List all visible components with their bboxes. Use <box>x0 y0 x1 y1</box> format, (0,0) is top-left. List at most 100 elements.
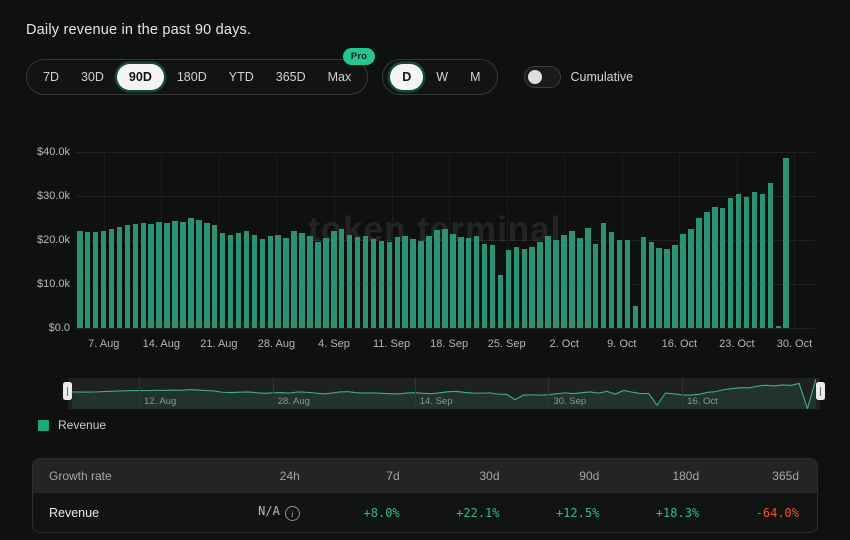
revenue-bar[interactable] <box>736 194 742 328</box>
revenue-bar[interactable] <box>664 249 670 328</box>
revenue-bar[interactable] <box>141 223 147 328</box>
revenue-bar[interactable] <box>133 224 139 328</box>
revenue-bar[interactable] <box>125 225 131 328</box>
revenue-bar[interactable] <box>339 229 345 328</box>
revenue-bar[interactable] <box>529 247 535 328</box>
revenue-bar[interactable] <box>236 233 242 328</box>
revenue-bar[interactable] <box>522 249 528 328</box>
revenue-bar[interactable] <box>156 222 162 328</box>
revenue-bar[interactable] <box>720 208 726 328</box>
range-tab-30d[interactable]: 30D <box>70 60 115 94</box>
revenue-bar[interactable] <box>672 245 678 328</box>
revenue-bar[interactable] <box>101 231 107 328</box>
revenue-bar[interactable] <box>696 218 702 328</box>
revenue-bar[interactable] <box>434 230 440 328</box>
range-tab-ytd[interactable]: YTD <box>218 60 265 94</box>
revenue-bar[interactable] <box>109 229 115 328</box>
revenue-bar[interactable] <box>260 239 266 328</box>
revenue-bar[interactable] <box>315 242 321 328</box>
navigator-right-handle[interactable] <box>816 382 825 400</box>
revenue-bar[interactable] <box>212 225 218 328</box>
info-icon[interactable]: i <box>285 506 300 521</box>
range-navigator[interactable]: 12. Aug28. Aug14. Sep30. Sep16. Oct <box>68 378 820 409</box>
revenue-bar[interactable] <box>323 238 329 328</box>
revenue-bar[interactable] <box>760 194 766 328</box>
revenue-bar[interactable] <box>363 236 369 328</box>
granularity-tab-d[interactable]: D <box>390 64 423 90</box>
revenue-bar[interactable] <box>649 242 655 328</box>
revenue-bar[interactable] <box>331 231 337 328</box>
revenue-bar[interactable] <box>474 236 480 328</box>
revenue-bar[interactable] <box>379 241 385 328</box>
revenue-bar-chart[interactable]: token terminal_ <box>75 152 815 328</box>
revenue-bar[interactable] <box>164 223 170 328</box>
revenue-bar[interactable] <box>641 237 647 328</box>
revenue-bar[interactable] <box>347 235 353 328</box>
range-tab-365d[interactable]: 365D <box>265 60 317 94</box>
revenue-bar[interactable] <box>561 235 567 328</box>
revenue-bar[interactable] <box>188 218 194 328</box>
revenue-bar[interactable] <box>609 232 615 328</box>
revenue-bar[interactable] <box>704 212 710 328</box>
revenue-bar[interactable] <box>593 244 599 328</box>
revenue-bar[interactable] <box>490 245 496 328</box>
revenue-bar[interactable] <box>625 240 631 328</box>
revenue-bar[interactable] <box>569 231 575 328</box>
revenue-bar[interactable] <box>402 236 408 328</box>
revenue-bar[interactable] <box>498 275 504 328</box>
revenue-bar[interactable] <box>355 237 361 328</box>
revenue-bar[interactable] <box>458 237 464 328</box>
revenue-bar[interactable] <box>514 247 520 328</box>
revenue-bar[interactable] <box>744 197 750 328</box>
revenue-bar[interactable] <box>196 220 202 328</box>
revenue-bar[interactable] <box>752 192 758 328</box>
revenue-bar[interactable] <box>656 248 662 328</box>
revenue-bar[interactable] <box>244 231 250 328</box>
revenue-bar[interactable] <box>220 233 226 328</box>
revenue-bar[interactable] <box>387 242 393 328</box>
revenue-bar[interactable] <box>442 229 448 328</box>
revenue-bar[interactable] <box>426 236 432 328</box>
revenue-bar[interactable] <box>776 326 782 328</box>
revenue-bar[interactable] <box>85 232 91 328</box>
revenue-bar[interactable] <box>728 198 734 328</box>
revenue-bar[interactable] <box>299 233 305 328</box>
revenue-bar[interactable] <box>418 241 424 328</box>
revenue-bar[interactable] <box>768 183 774 328</box>
revenue-bar[interactable] <box>450 234 456 328</box>
revenue-bar[interactable] <box>553 240 559 328</box>
revenue-bar[interactable] <box>601 223 607 328</box>
granularity-tab-w[interactable]: W <box>425 60 459 94</box>
revenue-bar[interactable] <box>291 231 297 328</box>
revenue-bar[interactable] <box>77 231 83 328</box>
revenue-bar[interactable] <box>180 222 186 328</box>
revenue-bar[interactable] <box>228 235 234 328</box>
range-tab-90d[interactable]: 90D <box>117 64 164 90</box>
revenue-bar[interactable] <box>688 229 694 328</box>
revenue-bar[interactable] <box>537 242 543 328</box>
revenue-bar[interactable] <box>204 223 210 328</box>
granularity-tab-m[interactable]: M <box>459 60 491 94</box>
revenue-bar[interactable] <box>545 236 551 328</box>
revenue-bar[interactable] <box>268 236 274 328</box>
revenue-bar[interactable] <box>410 239 416 328</box>
revenue-bar[interactable] <box>172 221 178 328</box>
revenue-bar[interactable] <box>617 240 623 328</box>
revenue-bar[interactable] <box>712 207 718 328</box>
revenue-bar[interactable] <box>466 238 472 328</box>
revenue-bar[interactable] <box>783 158 789 328</box>
revenue-legend-label[interactable]: Revenue <box>58 418 106 432</box>
revenue-bar[interactable] <box>371 239 377 328</box>
revenue-bar[interactable] <box>93 232 99 328</box>
revenue-bar[interactable] <box>252 235 258 328</box>
range-tab-180d[interactable]: 180D <box>166 60 218 94</box>
revenue-bar[interactable] <box>577 238 583 328</box>
range-tab-7d[interactable]: 7D <box>32 60 70 94</box>
revenue-bar[interactable] <box>148 224 154 328</box>
revenue-bar[interactable] <box>283 238 289 328</box>
revenue-bar[interactable] <box>275 235 281 328</box>
revenue-bar[interactable] <box>395 237 401 328</box>
revenue-bar[interactable] <box>633 306 639 328</box>
revenue-bar[interactable] <box>307 236 313 328</box>
revenue-bar[interactable] <box>482 244 488 328</box>
